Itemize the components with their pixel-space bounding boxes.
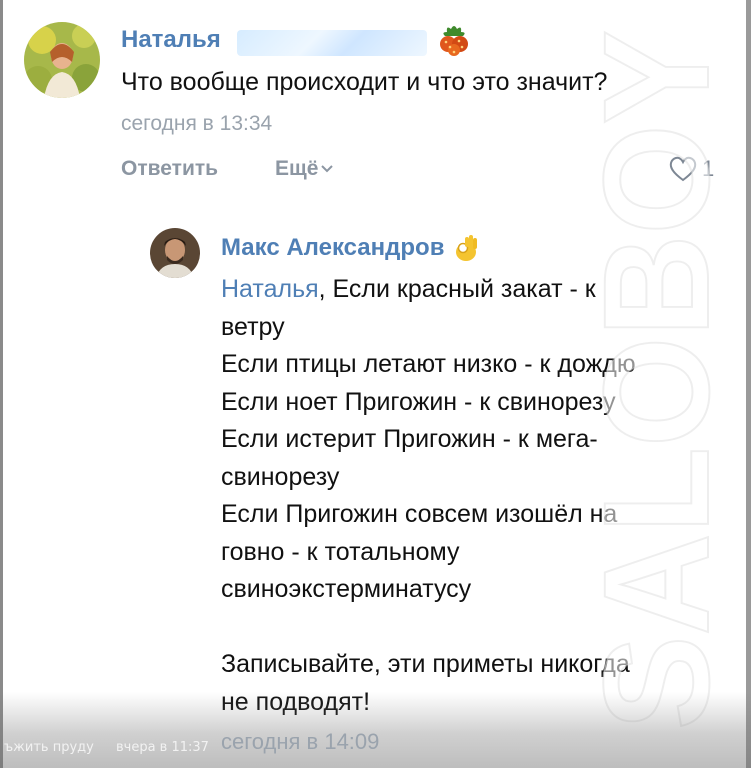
frame-right-border [746, 0, 751, 768]
overlay-caption: ъжить пруду вчера в 11:37 [4, 740, 227, 755]
berry-icon [437, 23, 471, 57]
more-button[interactable]: Ещё [275, 157, 334, 181]
reply-mention[interactable]: Наталья [221, 275, 319, 303]
reply-line-3: Если птицы летают низко - к дождю [221, 350, 636, 378]
comment-author[interactable]: Наталья [121, 26, 221, 54]
reply-line-1: Наталья, Если красный закат - к [221, 275, 596, 303]
reply-line-7: Если Пригожин совсем изошёл на [221, 500, 618, 528]
reply-line-9: свиноэкстерминатусу [221, 575, 472, 603]
chevron-down-icon [321, 165, 334, 173]
frame-left-border [0, 0, 3, 768]
heart-icon [669, 156, 697, 182]
comment-timestamp[interactable]: сегодня в 13:34 [121, 112, 272, 136]
author-name-blur [237, 30, 427, 56]
screenshot-page: Наталья Что вообще происходит и что это … [0, 0, 751, 768]
reply-line-8: говно - к тотальному [221, 537, 460, 566]
reply-author-row: Макс Александров [221, 233, 480, 263]
overlay-left-text: ъжить пруду [4, 740, 94, 755]
reply-line-2: ветру [221, 312, 285, 341]
like-count: 1 [702, 156, 715, 181]
reply-avatar[interactable] [150, 228, 200, 278]
reply-line-6: свинорезу [221, 462, 340, 491]
reply-text: Наталья, Если красный закат - к ветру Ес… [221, 271, 731, 721]
ok-hand-icon [456, 235, 478, 261]
reply-author[interactable]: Макс Александров [221, 234, 444, 262]
reply-line-12: не подводят! [221, 687, 371, 716]
more-button-label: Ещё [275, 157, 319, 180]
reply-line-4: Если ноет Пригожин - к свинорезу [221, 387, 616, 416]
avatar[interactable] [24, 22, 100, 98]
reply-blank-line [221, 609, 731, 647]
comment-text: Что вообще происходит и что это значит? [121, 68, 608, 96]
reply-line-11: Записывайте, эти приметы никогда [221, 650, 630, 678]
reply-button[interactable]: Ответить [121, 157, 218, 181]
reply-line-5: Если истерит Пригожин - к мега- [221, 425, 598, 453]
avatar-photo [24, 22, 100, 98]
overlay-right-text: вчера в 11:37 [115, 740, 209, 755]
like-button[interactable]: 1 [668, 156, 714, 182]
reply-timestamp[interactable]: сегодня в 14:09 [221, 729, 379, 755]
reply-avatar-photo [150, 228, 200, 278]
